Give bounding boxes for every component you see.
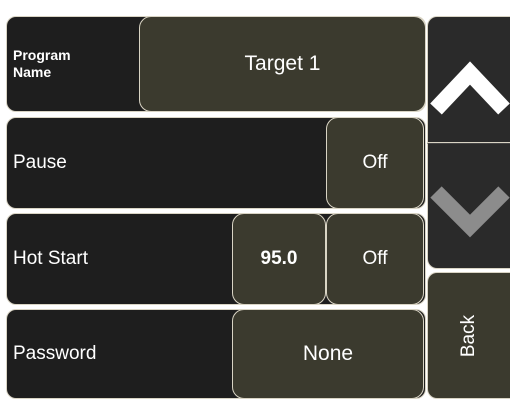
program-name-button[interactable]: Target 1 xyxy=(139,16,426,112)
program-name-value: Target 1 xyxy=(244,52,321,75)
back-label: Back xyxy=(458,314,479,357)
password-label: Password xyxy=(13,343,97,364)
chevron-up-icon xyxy=(430,61,510,115)
program-name-label: Program Name xyxy=(13,47,71,80)
scroll-up-button[interactable] xyxy=(427,16,510,143)
hot-start-temperature-value: 95.0 xyxy=(260,248,298,269)
password-value: None xyxy=(302,342,354,365)
password-button[interactable]: None xyxy=(232,309,424,399)
scroll-down-button[interactable] xyxy=(427,143,510,269)
pause-toggle-button[interactable]: Off xyxy=(326,117,424,209)
pause-label: Pause xyxy=(13,152,67,173)
hot-start-toggle-button[interactable]: Off xyxy=(326,213,424,305)
hot-start-label: Hot Start xyxy=(13,248,88,269)
pause-toggle-value: Off xyxy=(362,152,388,173)
back-button[interactable]: Back xyxy=(427,272,510,399)
hot-start-temperature-button[interactable]: 95.0 xyxy=(232,213,326,305)
hot-start-toggle-value: Off xyxy=(362,248,388,269)
chevron-down-icon xyxy=(430,186,510,238)
